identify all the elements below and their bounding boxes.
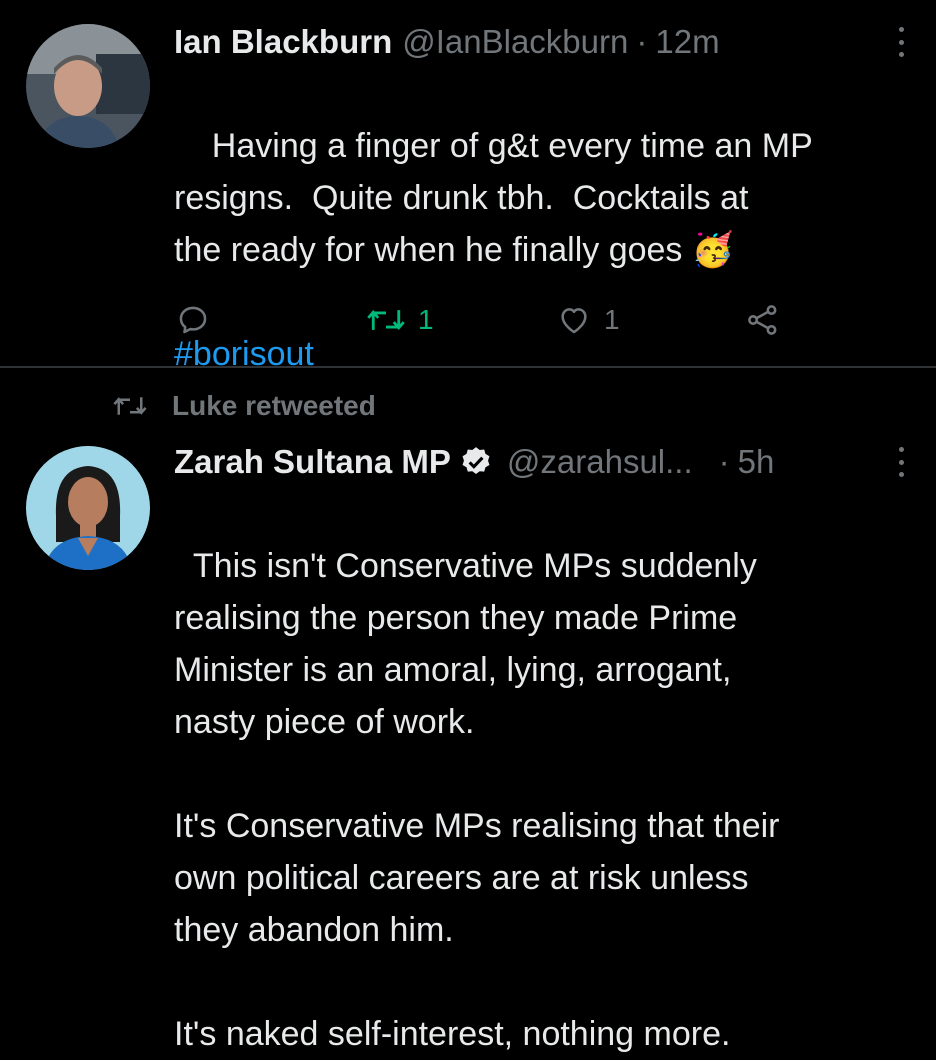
more-dot bbox=[898, 459, 904, 465]
more-options-icon[interactable] bbox=[896, 27, 906, 57]
tweet-ian-blackburn[interactable]: Ian Blackburn @IanBlackburn · 12m Having… bbox=[0, 0, 936, 373]
tweet-text: This isn't Conservative MPs suddenly rea… bbox=[174, 488, 916, 1060]
retweet-button[interactable]: 1 bbox=[366, 296, 434, 344]
reply-icon bbox=[179, 306, 207, 334]
user-handle[interactable]: @zarahsul... bbox=[507, 443, 693, 481]
share-button[interactable] bbox=[746, 296, 780, 344]
avatar-zarah-sultana[interactable] bbox=[26, 446, 150, 570]
retweet-context[interactable]: Luke retweeted bbox=[110, 386, 376, 426]
more-dot bbox=[898, 39, 904, 45]
like-button[interactable]: 1 bbox=[556, 296, 620, 344]
tweet-text-content: This isn't Conservative MPs suddenly rea… bbox=[174, 547, 780, 1053]
heart-icon bbox=[561, 308, 587, 334]
avatar-ian-blackburn[interactable] bbox=[26, 24, 150, 148]
more-dot bbox=[898, 27, 904, 32]
avatar-image bbox=[26, 24, 150, 148]
avatar-image bbox=[26, 446, 150, 570]
more-dot bbox=[898, 447, 904, 452]
more-dot bbox=[898, 52, 904, 57]
share-icon bbox=[748, 305, 777, 335]
retweet-context-label: Luke retweeted bbox=[172, 390, 376, 421]
tweet-header: Ian Blackburn @IanBlackburn · 12m bbox=[174, 20, 916, 64]
tweet-text-content: Having a finger of g&t every time an MP … bbox=[174, 127, 813, 269]
like-count: 1 bbox=[604, 304, 620, 335]
display-name[interactable]: Ian Blackburn bbox=[174, 23, 392, 61]
retweet-icon bbox=[113, 397, 147, 415]
tweet-actions: 1 1 bbox=[174, 296, 894, 344]
retweet-count: 1 bbox=[418, 304, 434, 335]
tweet-header: Zarah Sultana MP @zarahsul... · 5h bbox=[174, 440, 916, 484]
display-name[interactable]: Zarah Sultana MP bbox=[174, 443, 451, 481]
separator: · bbox=[636, 23, 648, 60]
reply-button[interactable] bbox=[176, 296, 210, 344]
separator: · bbox=[718, 443, 730, 480]
more-options-icon[interactable] bbox=[896, 447, 906, 477]
timestamp[interactable]: 5h bbox=[738, 443, 775, 481]
verified-badge-icon bbox=[462, 447, 490, 475]
retweet-icon bbox=[367, 310, 405, 330]
timestamp[interactable]: 12m bbox=[655, 23, 719, 61]
user-handle[interactable]: @IanBlackburn bbox=[402, 23, 628, 61]
more-dot bbox=[898, 472, 904, 477]
